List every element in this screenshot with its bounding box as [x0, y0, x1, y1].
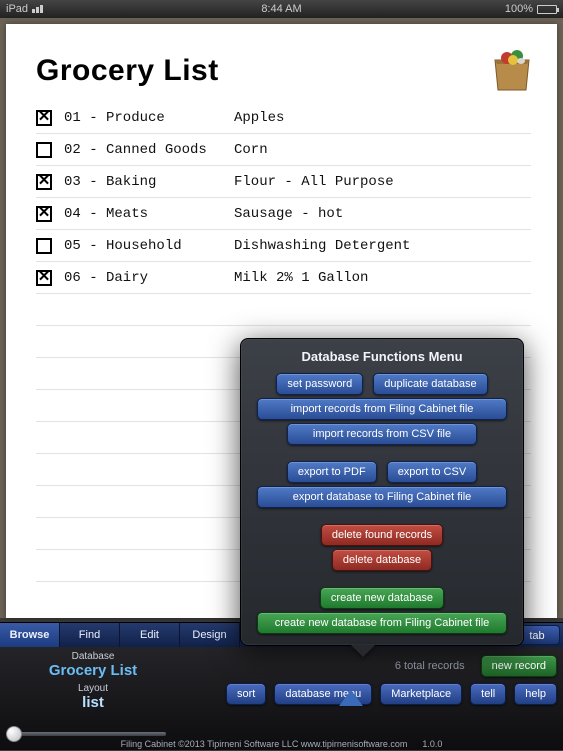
- checkbox[interactable]: [36, 174, 52, 190]
- status-bar: iPad 8:44 AM 100%: [0, 0, 563, 18]
- export-pdf-button[interactable]: export to PDF: [287, 461, 377, 483]
- list-item[interactable]: 05 - HouseholdDishwashing Detergent: [36, 230, 531, 262]
- checkbox[interactable]: [36, 270, 52, 286]
- tab-find[interactable]: Find: [60, 623, 120, 647]
- item-category: 01 - Produce: [64, 110, 234, 126]
- popover-title: Database Functions Menu: [249, 345, 515, 370]
- delete-database-button[interactable]: delete database: [332, 549, 432, 571]
- page-title: Grocery List: [36, 54, 531, 88]
- layout-label: Layout: [10, 683, 176, 694]
- item-name: Dishwashing Detergent: [234, 238, 531, 254]
- item-category: 04 - Meats: [64, 206, 234, 222]
- export-filing-cabinet-button[interactable]: export database to Filing Cabinet file: [257, 486, 507, 508]
- new-record-button[interactable]: new record: [481, 655, 557, 677]
- battery-icon: [537, 5, 557, 14]
- tab-design[interactable]: Design: [180, 623, 240, 647]
- checkbox[interactable]: [36, 110, 52, 126]
- list-item[interactable]: 03 - BakingFlour - All Purpose: [36, 166, 531, 198]
- footer-version: 1.0.0: [422, 739, 442, 749]
- item-category: 05 - Household: [64, 238, 234, 254]
- list-item[interactable]: 01 - ProduceApples: [36, 102, 531, 134]
- database-functions-popover: Database Functions Menu set password dup…: [240, 338, 524, 646]
- delete-found-records-button[interactable]: delete found records: [321, 524, 443, 546]
- tab-browse[interactable]: Browse: [0, 623, 60, 647]
- item-name: Apples: [234, 110, 531, 126]
- list-item[interactable]: 04 - MeatsSausage - hot: [36, 198, 531, 230]
- marketplace-button[interactable]: Marketplace: [380, 683, 462, 705]
- sort-button[interactable]: sort: [226, 683, 266, 705]
- item-name: Flour - All Purpose: [234, 174, 531, 190]
- database-label: Database: [10, 651, 176, 662]
- item-category: 06 - Dairy: [64, 270, 234, 286]
- item-category: 03 - Baking: [64, 174, 234, 190]
- import-filing-cabinet-button[interactable]: import records from Filing Cabinet file: [257, 398, 507, 420]
- checkbox[interactable]: [36, 142, 52, 158]
- grocery-bag-icon: [487, 46, 537, 92]
- item-name: Sausage - hot: [234, 206, 531, 222]
- records-summary: 6 total records: [395, 660, 473, 672]
- footer: Filing Cabinet ©2013 Tipirneni Software …: [0, 739, 563, 749]
- item-name: Milk 2% 1 Gallon: [234, 270, 531, 286]
- tell-button[interactable]: tell: [470, 683, 506, 705]
- layout-name[interactable]: list: [10, 694, 176, 711]
- export-csv-button[interactable]: export to CSV: [387, 461, 477, 483]
- record-slider[interactable]: [6, 732, 166, 736]
- footer-copyright: Filing Cabinet ©2013 Tipirneni Software …: [121, 739, 408, 749]
- list-item[interactable]: 06 - DairyMilk 2% 1 Gallon: [36, 262, 531, 294]
- clock: 8:44 AM: [0, 3, 563, 15]
- checkbox[interactable]: [36, 206, 52, 222]
- item-name: Corn: [234, 142, 531, 158]
- list-item[interactable]: 02 - Canned GoodsCorn: [36, 134, 531, 166]
- item-category: 02 - Canned Goods: [64, 142, 234, 158]
- create-database-from-fc-button[interactable]: create new database from Filing Cabinet …: [257, 612, 507, 634]
- database-name[interactable]: Grocery List: [10, 662, 176, 679]
- blank-line: [36, 294, 531, 326]
- set-password-button[interactable]: set password: [276, 373, 363, 395]
- duplicate-database-button[interactable]: duplicate database: [373, 373, 487, 395]
- create-database-button[interactable]: create new database: [320, 587, 444, 609]
- help-button[interactable]: help: [514, 683, 557, 705]
- import-csv-button[interactable]: import records from CSV file: [287, 423, 477, 445]
- checkbox[interactable]: [36, 238, 52, 254]
- tab-edit[interactable]: Edit: [120, 623, 180, 647]
- layout-up-icon[interactable]: [339, 690, 363, 706]
